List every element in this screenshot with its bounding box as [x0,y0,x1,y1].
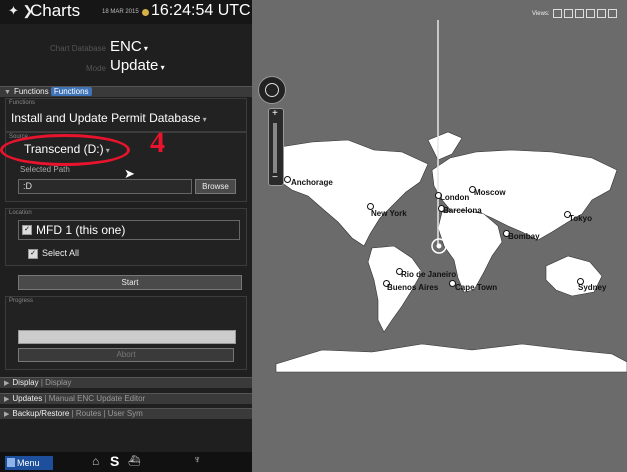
city-buenos-aires[interactable]: Buenos Aires [387,283,438,292]
target-center [436,243,442,249]
updates-section-header[interactable]: ▶ Updates | Manual ENC Update Editor [0,393,252,404]
view-3-icon[interactable] [575,9,585,18]
views-label: Views: [532,11,550,18]
display-section-title: Display [12,378,39,387]
zoom-slider[interactable]: + − [268,108,284,186]
world-map [273,20,627,373]
checkbox-mfd1[interactable]: ✓ [22,225,32,235]
select-all-checkbox[interactable]: ✓ [28,249,38,259]
city-rio[interactable]: Rio de Janeiro [401,270,456,279]
expand-triangle-icon: ▼ [4,89,11,96]
chart-database-value[interactable]: ENC ▾ [110,38,148,55]
menu-icon [7,458,15,467]
view-2-icon[interactable] [564,9,574,18]
view-5-icon[interactable] [597,9,607,18]
north-america-shape [273,139,429,247]
city-sydney[interactable]: Sydney [578,283,606,292]
annotation-ellipse [0,134,130,166]
display-section-header[interactable]: ▶ Display | Display [0,377,252,388]
app-title: Charts [30,1,81,20]
date-label: 18 MAR 2015 [102,9,139,15]
greenland-shape [427,131,463,161]
chart-database-label: Chart Database [49,44,106,53]
view-4-icon[interactable] [586,9,596,18]
antenna-icon[interactable]: ♆ [193,454,201,466]
functions-section-header[interactable]: ▼ Functions Functions [0,86,252,97]
browse-button[interactable]: Browse [195,179,236,194]
selected-path-input[interactable]: :D [18,179,192,194]
backup-section-sub: | Routes | User Sym [71,409,143,418]
location-label: Location [9,210,32,216]
city-tokyo[interactable]: Tokyo [569,214,592,223]
status-dot-icon [142,9,149,16]
s-button[interactable]: S [110,453,119,469]
ship-icon[interactable]: ⛴ [128,456,141,467]
abort-button[interactable]: Abort [18,348,234,362]
home-icon[interactable]: ⌂ [92,454,99,468]
city-bombay[interactable]: Bombay [508,232,540,241]
selected-path-label: Selected Path [20,165,70,174]
pan-control[interactable] [258,76,286,104]
location-item[interactable]: ✓ MFD 1 (this one) [18,220,240,240]
select-all-label: Select All [42,248,80,258]
annotation-number: 4 [150,126,165,159]
title-bar: ✦ ❯ Charts 18 MAR 2015 16:24:54 UTC [0,0,252,24]
backup-section-header[interactable]: ▶ Backup/Restore | Routes | User Sym [0,408,252,419]
left-panel: ✦ ❯ Charts 18 MAR 2015 16:24:54 UTC Char… [0,0,252,472]
zoom-in-icon[interactable]: + [272,108,278,119]
city-anchorage[interactable]: Anchorage [291,178,333,187]
time-label: 16:24:54 UTC [151,2,251,19]
functions-box-label: Functions [9,100,36,106]
antarctica-shape [275,343,627,373]
pan-icon [265,83,279,97]
mode-label: Mode [85,64,106,73]
city-dot [284,176,291,183]
mouse-cursor-icon: ➤ [124,166,135,181]
functions-tag: Functions [50,87,92,96]
backup-section-title: Backup/Restore [12,409,70,418]
africa-shape [437,209,503,293]
city-new-york[interactable]: New York [371,209,407,218]
view-6-icon[interactable] [608,9,618,18]
updates-section-sub: | Manual ENC Update Editor [44,394,146,403]
location-value: MFD 1 (this one) [36,223,126,237]
progress-label: Progress [9,298,34,304]
views-toolbar: Views: [532,9,618,18]
city-cape-town[interactable]: Cape Town [455,283,497,292]
city-barcelona[interactable]: Barcelona [443,206,482,215]
view-1-icon[interactable] [553,9,563,18]
display-section-sub: | Display [40,378,72,387]
mode-value[interactable]: Update ▾ [110,57,165,74]
collapse-triangle-icon: ▶ [4,380,10,387]
city-london[interactable]: London [440,193,469,202]
collapse-triangle-icon: ▶ [4,411,10,418]
start-button[interactable]: Start [18,275,242,290]
menu-label: Menu [17,458,40,468]
updates-section-title: Updates [12,394,43,403]
collapse-triangle-icon: ▶ [4,396,10,403]
menu-button[interactable]: Menu [5,456,53,470]
zoom-track [273,123,277,173]
functions-dropdown[interactable]: Install and Update Permit Database ▾ [11,111,207,125]
city-moscow[interactable]: Moscow [474,188,506,197]
progress-bar [18,330,236,344]
functions-box: Functions Install and Update Permit Data… [5,98,247,132]
zoom-out-icon[interactable]: − [272,172,278,183]
